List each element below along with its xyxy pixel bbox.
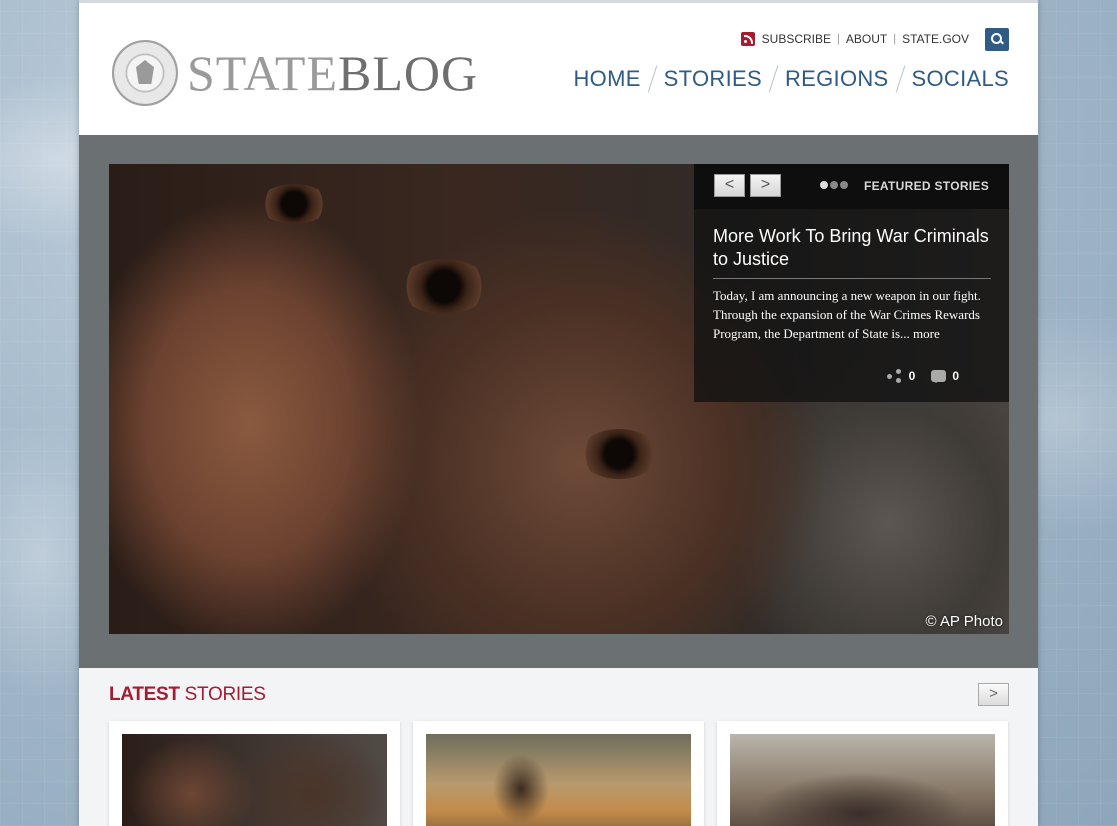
latest-title-rest: STORIES — [179, 684, 266, 705]
featured-story-panel: < > FEATURED STORIES More Work To Bring … — [694, 164, 1009, 402]
featured-story-excerpt: Today, I am announcing a new weapon in o… — [713, 286, 993, 343]
carousel-next-button[interactable]: > — [750, 174, 781, 197]
share-icon[interactable] — [886, 369, 903, 383]
share-count: 0 — [908, 369, 916, 383]
subscribe-link[interactable]: SUBSCRIBE — [762, 32, 831, 46]
about-link[interactable]: ABOUT — [846, 32, 887, 46]
carousel-prev-button[interactable]: < — [714, 174, 745, 197]
story-card[interactable] — [109, 721, 400, 826]
site-header: STATEBLOG SUBSCRIBE | ABOUT | STATE.GOV … — [79, 0, 1038, 135]
featured-stories-label: FEATURED STORIES — [864, 179, 990, 193]
nav-separator — [647, 65, 657, 93]
separator: | — [893, 33, 897, 45]
story-thumbnail[interactable] — [426, 734, 691, 826]
logo-part-blog: BLOG — [338, 45, 479, 101]
nav-regions[interactable]: REGIONS — [785, 66, 889, 92]
carousel-dot[interactable] — [830, 181, 838, 189]
carousel-controls: < > FEATURED STORIES — [694, 164, 1009, 209]
state-gov-link[interactable]: STATE.GOV — [902, 32, 969, 46]
nav-socials[interactable]: SOCIALS — [912, 66, 1009, 92]
comment-icon[interactable] — [931, 370, 947, 383]
page-container: STATEBLOG SUBSCRIBE | ABOUT | STATE.GOV … — [79, 0, 1038, 826]
rss-icon[interactable] — [740, 32, 755, 46]
latest-title-bold: LATEST — [109, 684, 180, 705]
story-thumbnail[interactable] — [122, 734, 387, 826]
photo-eye — [259, 184, 329, 224]
story-card[interactable] — [717, 721, 1008, 826]
main-nav: HOME STORIES REGIONS SOCIALS — [573, 65, 1009, 93]
carousel-dot[interactable] — [820, 181, 828, 189]
logo-part-state: STATE — [187, 45, 338, 101]
comment-count: 0 — [952, 369, 959, 383]
nav-separator — [768, 65, 779, 93]
photo-eye — [399, 259, 489, 314]
latest-stories-heading: LATEST STORIES — [109, 684, 266, 706]
photo-credit: © AP Photo — [925, 613, 1004, 630]
state-department-seal-icon — [112, 40, 178, 106]
more-link[interactable]: more — [913, 326, 940, 341]
carousel-dot[interactable] — [840, 181, 848, 189]
nav-stories[interactable]: STORIES — [664, 66, 762, 92]
separator: | — [837, 33, 840, 45]
carousel-pagination — [820, 181, 848, 189]
site-logo[interactable]: STATEBLOG — [187, 43, 478, 103]
featured-story-title[interactable]: More Work To Bring War Criminals to Just… — [713, 225, 991, 279]
story-thumbnail[interactable] — [730, 734, 995, 826]
excerpt-text: Today, I am announcing a new weapon in o… — [713, 288, 981, 341]
utility-nav: SUBSCRIBE | ABOUT | STATE.GOV — [740, 31, 969, 47]
latest-next-button[interactable]: > — [978, 683, 1009, 706]
featured-carousel: © AP Photo < > FEATURED STORIES More Wor… — [79, 135, 1038, 668]
photo-eye — [579, 429, 659, 479]
search-icon[interactable] — [985, 28, 1009, 51]
story-meta: 0 0 — [886, 369, 959, 383]
story-card[interactable] — [413, 721, 704, 826]
nav-separator — [895, 65, 905, 93]
nav-home[interactable]: HOME — [573, 66, 640, 92]
